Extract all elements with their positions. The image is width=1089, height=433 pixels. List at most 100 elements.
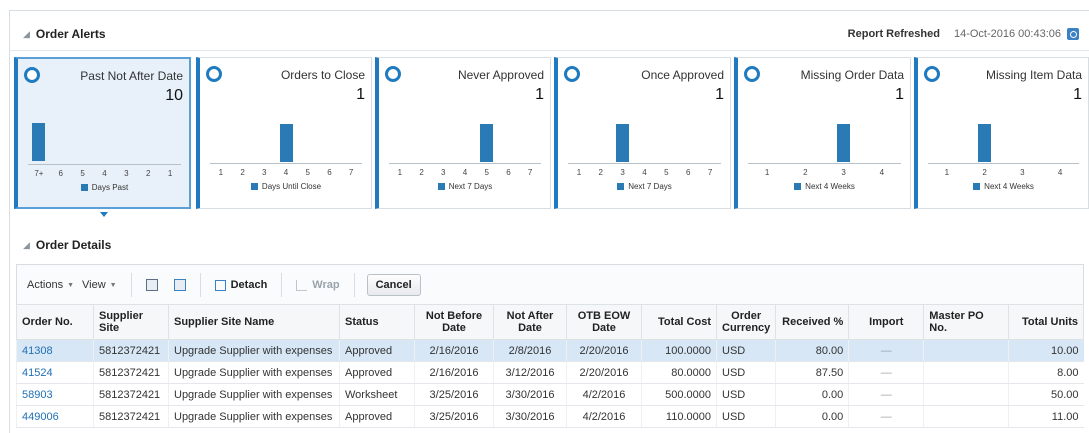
col-not-before-date[interactable]: Not Before Date [414,304,494,340]
order-no-link[interactable]: 449006 [22,411,59,423]
import-cell-value: — [880,366,892,379]
chart-tick-label: 6 [58,169,64,178]
supplier-site-name-cell-value: Upgrade Supplier with expenses [174,366,333,379]
col-supplier-site[interactable]: Supplier Site [93,304,169,340]
chart-tick-label: 2 [803,168,808,177]
col-supplier-site-name[interactable]: Supplier Site Name [168,304,340,340]
legend-label: Next 7 Days [628,182,672,191]
table-row[interactable]: 449006 5812372421 Upgrade Supplier with ex… [16,405,1084,428]
master-po-cell [923,361,1009,384]
chart-tick-label: 4 [102,169,107,178]
order-no-link[interactable]: 41524 [22,367,53,379]
chart-tick-label: 2 [419,168,424,177]
detach-label: Detach [230,279,268,291]
order-no-link[interactable]: 41308 [22,345,53,357]
cancel-button[interactable]: Cancel [366,274,421,296]
alert-card[interactable]: Never Approved 1 1 2 3 4 5 6 7 Next 7 Days [375,57,551,209]
chart-bar[interactable] [616,124,630,162]
toolbar-separator [353,273,355,297]
alert-card-ring-icon [564,66,580,82]
currency-cell-value: USD [722,344,746,357]
col-otb-eow-date[interactable]: OTB EOW Date [566,304,642,340]
chart-tick-label: 2 [145,169,151,178]
total-units-cell: 11.00 [1008,405,1084,428]
status-cell: Approved [339,339,415,362]
alert-card-value: 1 [356,86,365,103]
alert-card[interactable]: Orders to Close 1 1 2 3 4 5 6 7 Days Until Close [196,57,372,209]
legend-label: Next 4 Weeks [984,182,1034,191]
legend-swatch [794,183,802,190]
table-row[interactable]: 41524 5812372421 Upgrade Supplier with exp… [16,361,1084,384]
alert-card[interactable]: Past Not After Date 10 7+ 6 5 4 3 2 1 Days Past [14,57,191,209]
alert-card[interactable]: Once Approved 1 1 2 3 4 5 6 7 Next 7 Days [554,57,731,209]
currency-cell-value: USD [722,410,746,423]
not-after-date-cell: 2/8/2016 [493,339,567,362]
chart-bar[interactable] [279,124,293,162]
legend-label: Next 7 Days [448,182,493,191]
order-no-link[interactable]: 58903 [22,389,53,401]
otb-eow-date-cell: 2/20/2016 [566,361,642,384]
export-icon[interactable] [145,279,158,291]
col-import[interactable]: Import [848,304,925,340]
import-cell: — [848,383,924,406]
received-pct-cell-value: 87.50 [815,366,844,379]
status-cell: Approved [339,405,415,428]
supplier-site-name-cell: Upgrade Supplier with expenses [168,383,340,406]
chart-bar[interactable] [837,124,851,162]
supplier-site-name-cell-value: Upgrade Supplier with expenses [174,344,333,357]
col-status[interactable]: Status [339,304,415,340]
detach-icon [214,279,226,291]
col-total-cost[interactable]: Total Cost [641,304,717,340]
alert-card-value: 1 [535,86,544,103]
legend-swatch [437,183,445,190]
chart-tick-label: 7 [707,168,713,177]
chart-tick-label: 2 [598,168,604,177]
otb-eow-date-cell-value: 4/2/2016 [582,388,626,401]
supplier-site-name-cell: Upgrade Supplier with expenses [168,361,340,384]
alert-card-value: 10 [165,87,183,104]
chart-tick-label: 5 [664,168,669,177]
supplier-site-name-cell: Upgrade Supplier with expenses [168,339,340,362]
chart-tick-label: 1 [218,168,224,177]
not-before-date-cell-value: 2/16/2016 [429,366,479,379]
chart-bar[interactable] [978,124,992,162]
table-row[interactable]: 41308 5812372421 Upgrade Supplier with exp… [16,339,1084,362]
collapse-triangle-icon[interactable]: ◢ [23,240,30,251]
collapse-triangle-icon[interactable]: ◢ [23,29,30,40]
chart-tick-label: 6 [327,168,332,177]
wrap-button[interactable]: Wrap [296,279,340,291]
order-details-header[interactable]: ◢ Order Details [9,230,1089,260]
supplier-site-cell: 5812372421 [93,383,169,406]
chart-tick-label: 4 [1057,168,1063,177]
order-alerts-header[interactable]: ◢ Order Alerts Report Refreshed 14-Oct-2… [9,19,1089,49]
detach-button[interactable]: Detach [214,279,268,291]
otb-eow-date-cell-value: 2/20/2016 [579,366,629,379]
table-row[interactable]: 58903 5812372421 Upgrade Supplier with exp… [16,383,1084,406]
alert-card[interactable]: Missing Item Data 1 1 2 3 4 Next 4 Weeks [914,57,1089,209]
actions-menu[interactable]: Actions ▼ [27,279,82,291]
alert-card-title: Orders to Close [280,68,365,82]
chart-tick-label: 7 [527,168,533,177]
status-cell-value: Approved [345,410,393,423]
col-master-po-no[interactable]: Master PO No. [923,304,1010,340]
table-header-row: Order No. Supplier Site Supplier Site Na… [16,304,1084,340]
status-cell-value: Approved [345,366,393,379]
view-menu[interactable]: View ▼ [82,279,125,291]
col-total-units[interactable]: Total Units [1008,304,1084,340]
wrap-label: Wrap [312,279,340,291]
col-not-after-date[interactable]: Not After Date [493,304,567,340]
not-after-date-cell: 3/30/2016 [493,405,567,428]
chart-bar[interactable] [32,123,46,161]
chart-tick-label: 1 [397,168,403,177]
chart-bar[interactable] [480,124,494,162]
otb-eow-date-cell: 2/20/2016 [566,339,642,362]
chart-tick-label: 1 [764,168,770,177]
col-order-no[interactable]: Order No. [16,304,94,340]
refresh-icon[interactable] [1067,28,1079,40]
alert-card-ring-icon [744,66,760,82]
col-received-pct[interactable]: Received % [775,304,850,340]
col-order-currency[interactable]: Order Currency [715,304,777,340]
freeze-icon[interactable] [173,279,186,291]
supplier-site-cell: 5812372421 [93,361,169,384]
alert-card[interactable]: Missing Order Data 1 1 2 3 4 Next 4 Weeks [734,57,911,209]
